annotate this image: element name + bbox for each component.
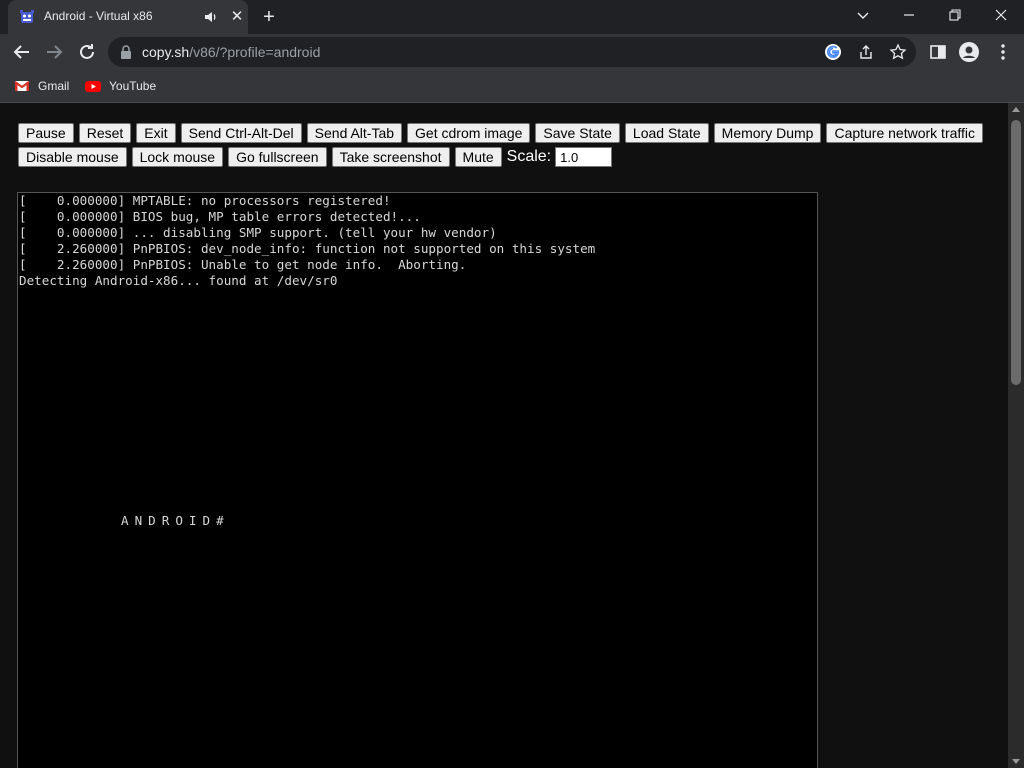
console-line: Detecting Android-x86... found at /dev/s… [19,273,338,288]
forward-icon[interactable] [42,40,66,64]
tab-title: Android - Virtual x86 [44,9,153,23]
restore-icon[interactable] [932,0,978,30]
scroll-down-icon[interactable] [1012,759,1020,764]
go-fullscreen-button[interactable]: Go fullscreen [228,147,327,167]
close-window-icon[interactable] [978,0,1024,30]
pause-button[interactable]: Pause [18,123,74,143]
lock-icon[interactable] [120,45,132,59]
console-line: [ 2.260000] PnPBIOS: dev_node_info: func… [19,241,596,256]
youtube-icon [85,78,101,94]
profile-avatar-icon[interactable] [959,42,979,62]
share-icon[interactable] [857,43,875,61]
save-state-button[interactable]: Save State [535,123,620,143]
capture-network-traffic-button[interactable]: Capture network traffic [826,123,984,143]
speaker-icon[interactable] [204,10,218,24]
new-tab-icon[interactable]: + [258,6,280,28]
tab-search-icon[interactable] [840,0,886,30]
bookmark-label: Gmail [38,79,70,93]
console-line: [ 0.000000] MPTABLE: no processors regis… [19,193,391,208]
bookmark-gmail[interactable]: Gmail [14,77,74,95]
scrollbar-thumb[interactable] [1011,120,1021,385]
controls-row-1: Pause Reset Exit Send Ctrl-Alt-Del Send Alt-… [18,123,988,145]
disable-mouse-button[interactable]: Disable mouse [18,147,127,167]
console-line: [ 2.260000] PnPBIOS: Unable to get node … [19,257,467,272]
kebab-menu-icon[interactable] [993,42,1013,62]
gmail-icon [14,78,30,94]
console-line: [ 0.000000] BIOS bug, MP table errors de… [19,209,421,224]
lock-mouse-button[interactable]: Lock mouse [131,147,224,167]
memory-dump-button[interactable]: Memory Dump [713,123,822,143]
send-alt-tab-button[interactable]: Send Alt-Tab [306,123,403,143]
controls-row-2: Disable mouse Lock mouse Go fullscreen Take… [18,147,613,169]
url-text[interactable]: copy.sh/v86/?profile=android [142,44,320,60]
url-path: /v86/?profile=android [189,44,321,60]
load-state-button[interactable]: Load State [624,123,709,143]
address-bar[interactable]: copy.sh/v86/?profile=android [108,37,916,67]
take-screenshot-button[interactable]: Take screenshot [331,147,450,167]
console-line: [ 0.000000] ... disabling SMP support. (… [19,225,497,240]
v86-logo-icon [19,9,35,25]
url-host: copy.sh [142,44,190,60]
close-tab-icon[interactable]: ✕ [228,8,246,26]
back-icon[interactable] [10,40,34,64]
bookmarks-bar: Gmail YouTube [0,70,1024,103]
minimize-icon[interactable] [886,0,932,30]
title-bar: Android - Virtual x86 ✕ + [0,0,1024,34]
scale-input[interactable] [555,147,613,167]
bookmark-label: YouTube [109,79,157,93]
scale-label: Scale: [506,148,552,165]
mute-button[interactable]: Mute [454,147,502,167]
bookmark-youtube[interactable]: YouTube [85,77,161,95]
reset-button[interactable]: Reset [78,123,132,143]
browser-tab[interactable]: Android - Virtual x86 ✕ [8,0,248,34]
emulator-screen[interactable]: [ 0.000000] MPTABLE: no processors regis… [17,192,818,768]
side-panel-icon[interactable] [928,42,948,62]
google-lens-icon[interactable] [824,43,842,61]
page-scrollbar[interactable] [1008,103,1024,768]
browser-toolbar: copy.sh/v86/?profile=android [0,34,1024,70]
send-ctrl-alt-del-button[interactable]: Send Ctrl-Alt-Del [180,123,302,143]
exit-button[interactable]: Exit [136,123,176,143]
bookmark-star-icon[interactable] [889,43,907,61]
android-boot-prompt: ANDROID# [121,513,230,528]
scroll-up-icon[interactable] [1012,107,1020,112]
get-cdrom-image-button[interactable]: Get cdrom image [407,123,531,143]
reload-icon[interactable] [75,40,99,64]
page-content: Pause Reset Exit Send Ctrl-Alt-Del Send Alt-… [0,103,1008,768]
